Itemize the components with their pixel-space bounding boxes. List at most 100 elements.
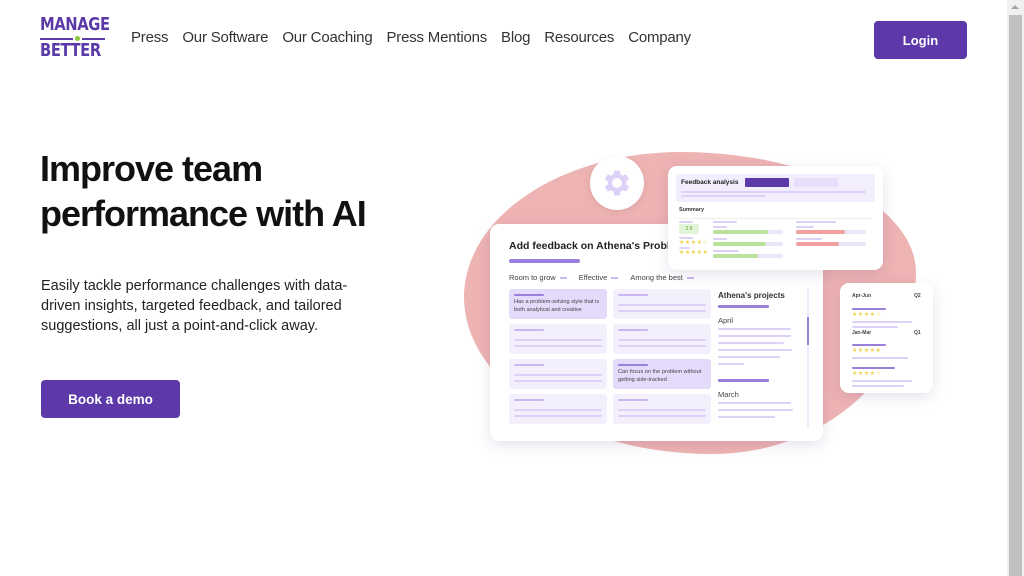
feedback-tile [613,394,711,424]
month-divider [718,379,769,382]
stars-rating: ★★★★☆ [852,312,882,318]
nav-our-software[interactable]: Our Software [182,29,268,46]
logo-line1: MANAGE [40,14,110,35]
red-bar [796,230,866,234]
analysis-header: Feedback analysis [676,174,875,202]
bar-label-line [713,238,727,240]
stars-rating: ★★★★☆ [852,371,882,377]
project-line [718,416,775,418]
project-line [718,402,791,404]
tile-header-line [618,329,648,331]
quarter-line [852,344,886,346]
quarterly-card: Apr-Jun Q2 ★★★★☆ Jan-Mar Q1 ★★★★★ ★★★★☆ [840,283,933,393]
green-bar-fill [713,230,768,234]
bar-label-line [796,226,814,228]
project-line [718,356,780,358]
tile-line [618,339,706,341]
analysis-title: Feedback analysis [681,179,739,186]
feedback-tile-highlighted: Has a problem-solving style that is both… [509,289,607,319]
projects-scrollbar[interactable] [807,287,809,427]
green-bar [713,242,783,246]
login-button[interactable]: Login [874,21,967,59]
quarter-line [852,380,912,382]
feedback-tile [509,394,607,424]
tile-header-line [514,364,544,366]
rating-effective: Effective [579,273,619,282]
projects-underline [718,305,769,308]
book-demo-button[interactable]: Book a demo [41,380,180,418]
product-illustration: Add feedback on Athena's Proble Room to … [440,140,960,470]
green-bar [713,230,783,234]
green-bar [713,254,783,258]
tile-header-line [514,399,544,401]
red-bar [796,242,866,246]
period-jan-mar: Jan-Mar [852,330,872,336]
tile-header-line [618,399,648,401]
summary-divider [679,218,872,219]
feedback-analysis-card: Feedback analysis Summary 3.8 ★★★★☆ ★★★★… [668,166,883,270]
tile-line [514,409,602,411]
red-bar-fill [796,230,845,234]
quarter-line [852,357,908,359]
quarter-line [852,367,895,369]
nav-our-coaching[interactable]: Our Coaching [282,29,372,46]
hero-title: Improve team performance with AI [40,146,420,236]
tile-line [618,415,706,417]
green-bar-fill [713,242,767,246]
score-label-line [679,221,693,223]
feedback-tile [509,359,607,389]
rating-room-to-grow: Room to grow [509,273,567,282]
month-april: April [718,316,734,325]
tile-line [618,345,706,347]
scrollbar-thumb[interactable] [1009,15,1022,576]
green-bar-fill [713,254,758,258]
project-line [718,335,791,337]
logo-line2: BETTER [40,40,101,61]
bar-label-line [713,250,739,252]
nav-company[interactable]: Company [628,29,691,46]
tile-header-line [514,329,544,331]
score-badge: 3.8 [679,224,699,234]
tile-text: Has a problem-solving style that is both… [514,299,600,313]
red-bar-fill [796,242,840,246]
header-line [681,191,866,193]
project-line [718,349,792,351]
feedback-tile [613,289,711,319]
bar-label-line [713,226,727,228]
summary-label: Summary [679,207,705,213]
logo[interactable]: MANAGE BETTER [40,14,110,64]
scroll-up-arrow-icon[interactable] [1011,5,1019,9]
feedback-card-title: Add feedback on Athena's Proble [509,240,676,252]
quarter-line [852,326,898,328]
page-scrollbar[interactable] [1007,0,1024,576]
projects-scroll-thumb[interactable] [807,317,809,345]
tile-header-line [618,364,648,366]
tile-line [618,409,706,411]
hero-title-line1: Improve team [40,148,263,189]
nav-blog[interactable]: Blog [501,29,530,46]
feedback-tile [509,324,607,354]
tile-line [514,380,602,382]
rating-scale: Room to grow Effective Among the best [509,273,694,282]
tile-line [618,310,706,312]
tile-line [618,304,706,306]
gear-icon [604,170,630,196]
quarter-q1: Q1 [914,330,921,336]
project-line [718,363,744,365]
project-line [718,328,791,330]
analysis-tab-comments[interactable] [794,178,838,187]
feedback-tile [613,324,711,354]
nav-press-mentions[interactable]: Press Mentions [386,29,487,46]
nav-resources[interactable]: Resources [544,29,614,46]
hero-title-line2: performance with AI [40,193,367,234]
tile-line [514,374,602,376]
title-underline [509,259,580,263]
feedback-tile-highlighted: Can focus on the problem without getting… [613,359,711,389]
quarter-line [852,308,886,310]
tile-line [514,415,602,417]
gear-badge [590,156,644,210]
nav-press[interactable]: Press [131,29,169,46]
analysis-tab-active[interactable] [745,178,789,187]
tile-line [514,339,602,341]
quarter-q2: Q2 [914,293,921,299]
